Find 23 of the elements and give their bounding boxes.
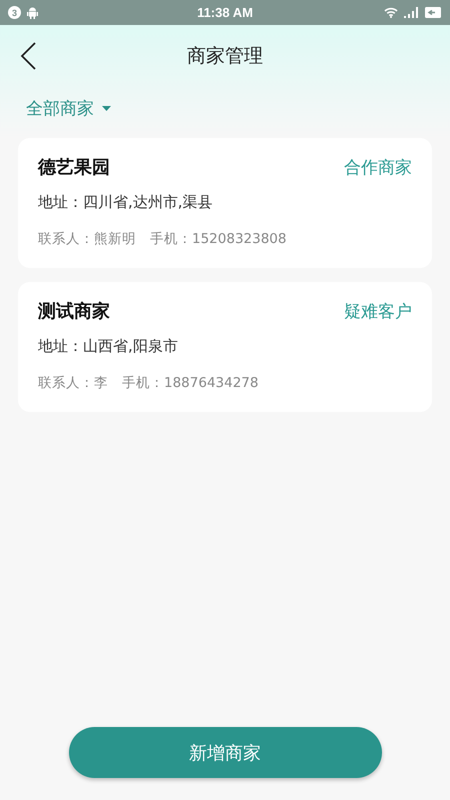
signal-icon [404, 7, 420, 18]
wifi-icon [384, 7, 398, 18]
phone-number: 手机：18876434278 [122, 374, 258, 392]
merchant-card[interactable]: 德艺果园 合作商家 地址：四川省,达州市,渠县 联系人：熊新明 手机：15208323808 [18, 138, 432, 268]
battery-icon [425, 7, 442, 18]
merchant-category: 疑难客户 [344, 300, 412, 322]
caret-icon [102, 106, 111, 111]
add-merchant-button[interactable]: 新增商家 [68, 727, 382, 778]
filter-dropdown[interactable]: 全部商家 [26, 97, 111, 120]
contact-person: 联系人：熊新明 [38, 230, 136, 248]
merchant-address: 地址：四川省,达州市,渠县 [38, 193, 214, 212]
phone-number: 手机：15208323808 [150, 230, 286, 248]
merchant-card[interactable]: 测试商家 疑难客户 地址：山西省,阳泉市 联系人：李 手机：18876434278 [18, 282, 432, 412]
page-title: 商家管理 [187, 44, 263, 69]
android-icon [27, 6, 38, 18]
merchant-category: 合作商家 [344, 156, 412, 178]
notification-badge: 3 [8, 6, 21, 19]
merchant-name: 测试商家 [38, 300, 110, 323]
back-icon[interactable] [20, 42, 36, 70]
contact-person: 联系人：李 [38, 374, 108, 392]
merchant-address: 地址：山西省,阳泉市 [38, 337, 179, 356]
merchant-name: 德艺果园 [38, 156, 110, 179]
status-time: 11:38 AM [197, 5, 253, 20]
